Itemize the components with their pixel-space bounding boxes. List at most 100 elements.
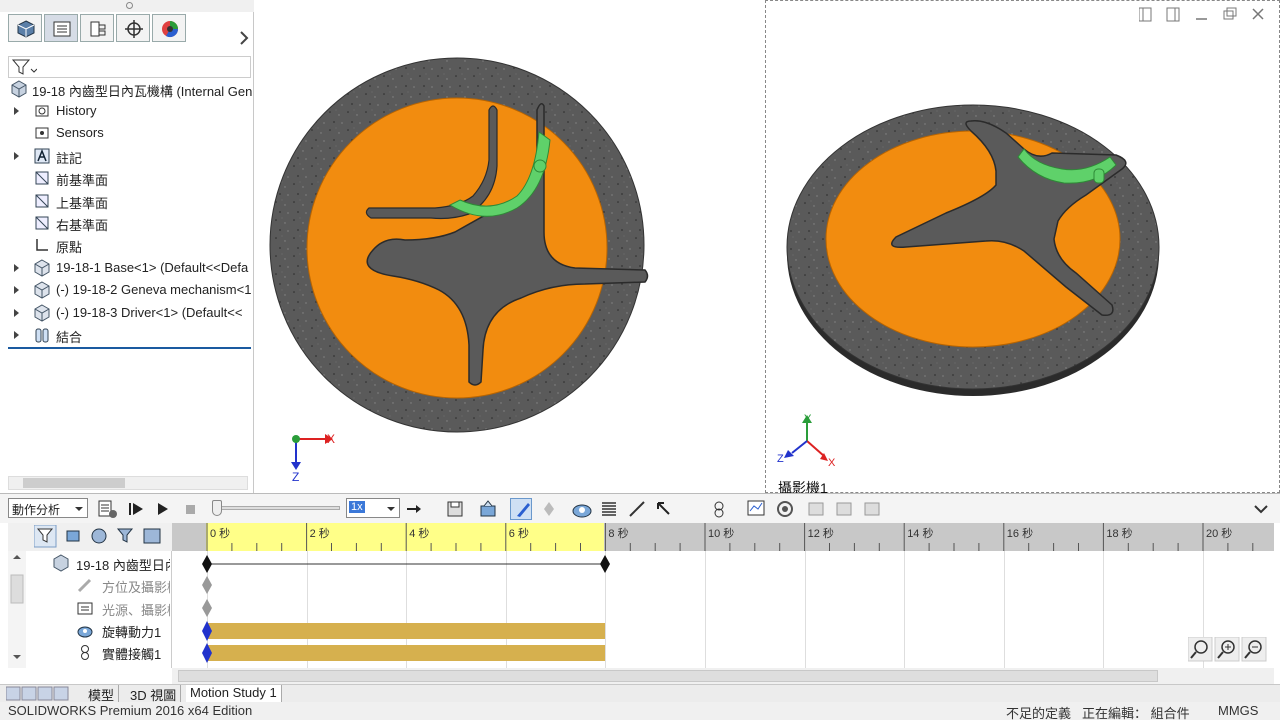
lights-icon: [77, 602, 93, 615]
collapse-icon[interactable]: [806, 498, 828, 520]
chevron-down-icon: [387, 507, 395, 511]
viewport-right[interactable]: Y X Z 攝影機1: [765, 0, 1280, 496]
tree-root-label: 19-18 內齒型日內瓦機構 (Internal Gen: [32, 84, 252, 99]
expand-arrow-icon[interactable]: [13, 308, 21, 318]
expand-arrow-icon[interactable]: [13, 330, 21, 340]
tree-item[interactable]: 上基準面: [0, 190, 252, 212]
tree-item-label: 19-18-1 Base<1> (Default<<Defa: [56, 259, 249, 275]
speed-value: 1x: [349, 501, 365, 513]
tree-filter[interactable]: [8, 56, 251, 78]
filter-icon: [11, 59, 37, 75]
tree-item[interactable]: 前基準面: [0, 167, 252, 189]
tree-item[interactable]: (-) 19-18-3 Driver<1> (Default<<: [0, 302, 252, 324]
assembly-icon: [53, 554, 69, 572]
expand-arrow-icon[interactable]: [13, 151, 21, 161]
filter-driving-icon[interactable]: [66, 530, 80, 542]
tab-feature-manager[interactable]: [8, 14, 42, 42]
auto-fit-icon[interactable]: [143, 528, 161, 544]
motor-icon[interactable]: [570, 498, 592, 520]
tab-configuration-manager[interactable]: [80, 14, 114, 42]
tree-item[interactable]: Sensors: [0, 122, 252, 144]
tree-item[interactable]: 原點: [0, 234, 252, 256]
tree-item[interactable]: 註記: [0, 145, 252, 167]
motion-tree-item[interactable]: 光源、攝影機: [8, 597, 170, 619]
tab-property-manager[interactable]: [44, 14, 78, 42]
play-icon[interactable]: [152, 498, 174, 520]
contact-track-bar[interactable]: [207, 645, 605, 661]
tree-item[interactable]: 19-18-1 Base<1> (Default<<Defa: [0, 257, 252, 279]
display-manager-icon: [162, 21, 179, 38]
status-definition: 不足的定義: [1006, 706, 1072, 720]
geneva-top-view: [269, 57, 649, 470]
save-animation-icon[interactable]: [445, 498, 467, 520]
calculate-icon[interactable]: [97, 498, 119, 520]
timeline-horizontal-scrollbar[interactable]: [172, 668, 1274, 684]
tree-item[interactable]: (-) 19-18-2 Geneva mechanism<1: [0, 279, 252, 301]
tree-item-label: 原點: [56, 240, 83, 256]
simulation-setup-icon[interactable]: [862, 498, 884, 520]
playback-slider[interactable]: [212, 500, 340, 516]
key-lights[interactable]: [202, 599, 212, 617]
key-end[interactable]: [600, 555, 610, 573]
motion-tree-item[interactable]: 實體接觸1: [8, 641, 170, 663]
expand-arrow-icon[interactable]: [13, 106, 21, 116]
zoom-out-icon[interactable]: [1241, 636, 1267, 662]
tab-motion-study[interactable]: Motion Study 1: [186, 685, 282, 702]
animation-wizard-icon[interactable]: [478, 498, 500, 520]
playback-speed-select[interactable]: 1x: [346, 498, 400, 518]
motion-tree-item[interactable]: 19-18 內齒型日內: [8, 552, 170, 574]
tab-model[interactable]: 模型: [84, 685, 120, 703]
status-units[interactable]: MMGS: [1218, 703, 1258, 718]
tab-3d-views[interactable]: 3D 視圖: [126, 685, 182, 703]
tab-scroll-arrows[interactable]: [6, 686, 76, 702]
study-properties-icon[interactable]: [774, 498, 796, 520]
key-orientation[interactable]: [202, 576, 212, 594]
motor-track-bar[interactable]: [207, 623, 605, 639]
force-icon[interactable]: [653, 498, 675, 520]
key-start[interactable]: [202, 555, 212, 573]
tree-item-label: 註記: [56, 150, 83, 166]
motion-tree-item[interactable]: 旋轉動力1: [8, 619, 170, 641]
zoom-in-icon[interactable]: [1214, 636, 1240, 662]
damper-icon[interactable]: [626, 498, 648, 520]
panel-horizontal-scrollbar[interactable]: [8, 476, 248, 490]
motion-tree-item-label: 實體接觸1: [102, 647, 162, 662]
play-from-start-icon[interactable]: [125, 498, 147, 520]
part-icon: [34, 281, 50, 299]
study-type-select[interactable]: 動作分析: [8, 498, 88, 518]
motion-tree-item[interactable]: 方位及攝影機: [8, 574, 170, 596]
playback-mode-icon[interactable]: [405, 498, 427, 520]
spring-icon[interactable]: [598, 498, 620, 520]
filter-selected-icon[interactable]: [91, 528, 107, 544]
motion-tree-item-label: 旋轉動力1: [102, 625, 162, 640]
panel-grip[interactable]: [0, 0, 254, 12]
add-key-icon[interactable]: [538, 498, 560, 520]
timeline[interactable]: 0 秒2 秒4 秒6 秒8 秒 10 秒 12 秒 14 秒 16 秒 18 秒 20 秒: [172, 523, 1274, 668]
stop-icon[interactable]: [180, 498, 202, 520]
timeline-zoom-controls: [1187, 636, 1268, 663]
solidworks-window: 19-18 內齒型日內瓦機構 (Internal Gen History Sens…: [0, 0, 1280, 720]
chevron-down-icon[interactable]: [1250, 498, 1272, 520]
tab-dimxpert-manager[interactable]: [116, 14, 150, 42]
expand-arrow-icon[interactable]: [13, 263, 21, 273]
chevron-right-icon[interactable]: [238, 28, 252, 48]
tree-item[interactable]: History: [0, 100, 252, 122]
filter-animated-icon[interactable]: [34, 525, 57, 548]
zoom-to-fit-icon[interactable]: [1187, 636, 1213, 662]
part-icon: [34, 304, 50, 322]
tree-item[interactable]: 右基準面: [0, 212, 252, 234]
viewport-left[interactable]: X Z: [255, 0, 764, 493]
property-icon: [53, 21, 71, 37]
results-plot-icon[interactable]: [745, 498, 767, 520]
expand-icon[interactable]: [834, 498, 856, 520]
tab-display-manager[interactable]: [152, 14, 186, 42]
x-axis-label: X: [828, 457, 836, 469]
filter-results-icon[interactable]: [116, 528, 134, 543]
contact-icon[interactable]: [708, 498, 730, 520]
annotations-icon: [34, 148, 50, 164]
tree-item[interactable]: 結合: [0, 324, 252, 346]
tree-root[interactable]: 19-18 內齒型日內瓦機構 (Internal Gen: [0, 78, 252, 100]
tree-divider: [8, 347, 251, 349]
expand-arrow-icon[interactable]: [13, 285, 21, 295]
autokey-icon[interactable]: [510, 498, 532, 520]
